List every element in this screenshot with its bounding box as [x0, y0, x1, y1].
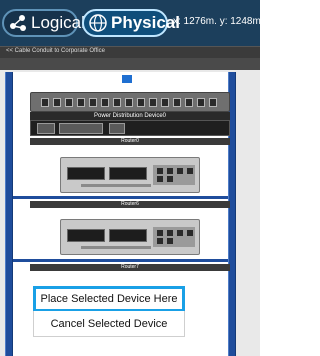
cancel-device-button[interactable]: Cancel Selected Device [33, 311, 185, 337]
tab-physical[interactable]: Physical [82, 9, 180, 37]
switch-port [185, 98, 193, 107]
switch-port [125, 98, 133, 107]
network-nodes-icon [8, 12, 28, 34]
router-slot [109, 167, 147, 180]
breadcrumb-back-link[interactable]: << Cable Conduit to Corporate Office [6, 48, 105, 54]
router-slot [67, 167, 105, 180]
power-distribution-device[interactable] [30, 120, 230, 136]
switch-port [161, 98, 169, 107]
router-slot [67, 229, 105, 242]
globe-icon [88, 12, 108, 34]
rack-shelf [13, 196, 228, 199]
tab-logical[interactable]: Logical [2, 9, 85, 37]
rack-slot-marker [122, 75, 132, 83]
router-port-panel [153, 165, 195, 185]
switch-port [149, 98, 157, 107]
context-menu: Place Selected Device Here Cancel Select… [33, 286, 185, 337]
device-label-router0: Router0 [30, 138, 230, 145]
router-slot [109, 229, 147, 242]
pdu-module [109, 123, 125, 134]
switch-port [137, 98, 145, 107]
cursor-coordinates: x: 1276m. y: 1248m [173, 16, 261, 27]
switch-port [173, 98, 181, 107]
tab-physical-label: Physical [111, 13, 180, 32]
switch-port [197, 98, 205, 107]
switch-port [41, 98, 49, 107]
device-label-router6: Router6 [30, 201, 230, 208]
pdu-module [37, 123, 55, 134]
switch-port [53, 98, 61, 107]
router-status-strip [81, 246, 151, 249]
switch-port [113, 98, 121, 107]
device-label-router7: Router7 [30, 264, 230, 271]
router-status-strip [81, 184, 151, 187]
switch-device[interactable] [30, 92, 230, 112]
router-port-panel [153, 227, 195, 247]
switch-port [65, 98, 73, 107]
switch-port [209, 98, 217, 107]
rack-shelf [13, 259, 228, 262]
switch-port [77, 98, 85, 107]
switch-port [101, 98, 109, 107]
rack-rail-left [5, 72, 13, 356]
device-label-pdu: Power Distribution Device0 [30, 112, 230, 120]
view-toolbar: Logical Physical x: 1276m. y: 1248m [0, 0, 261, 46]
router-6-device[interactable] [60, 157, 200, 193]
switch-port [89, 98, 97, 107]
pdu-module [59, 123, 103, 134]
tab-logical-label: Logical [31, 13, 85, 32]
place-device-button[interactable]: Place Selected Device Here [33, 286, 185, 312]
router-7-device[interactable] [60, 219, 200, 255]
breadcrumb[interactable]: << Cable Conduit to Corporate Office [0, 46, 260, 58]
